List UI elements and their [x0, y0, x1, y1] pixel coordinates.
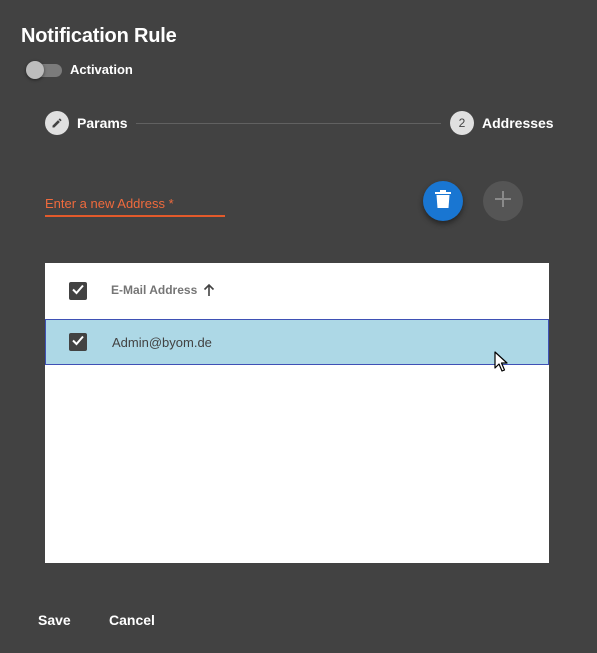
dialog-title: Notification Rule [21, 25, 177, 47]
arrow-up-icon[interactable] [202, 283, 216, 302]
checkmark-icon [71, 333, 85, 352]
cancel-button[interactable]: Cancel [109, 612, 155, 628]
pencil-icon [45, 111, 69, 135]
table-header: E-Mail Address [45, 263, 549, 319]
mouse-cursor-icon [494, 351, 508, 378]
save-button[interactable]: Save [38, 612, 71, 628]
step-connector [136, 123, 441, 124]
toggle-knob [26, 61, 44, 79]
column-header-email[interactable]: E-Mail Address [111, 283, 197, 297]
table-row[interactable]: Admin@byom.de [45, 319, 549, 365]
row-checkbox[interactable] [69, 333, 87, 351]
add-address-button[interactable] [483, 181, 523, 221]
plus-icon [495, 190, 511, 212]
address-table: E-Mail Address Admin@byom.de [45, 263, 549, 563]
delete-button[interactable] [423, 181, 463, 221]
step-number-badge: 2 [450, 111, 474, 135]
activation-toggle[interactable] [26, 61, 62, 79]
activation-label: Activation [70, 62, 133, 77]
step-addresses-label: Addresses [482, 115, 554, 131]
email-cell: Admin@byom.de [112, 335, 212, 350]
step-params[interactable]: Params [45, 111, 128, 135]
address-input[interactable] [45, 193, 225, 213]
trash-icon [435, 189, 451, 213]
step-addresses[interactable]: 2 Addresses [450, 111, 554, 135]
checkmark-icon [71, 282, 85, 301]
step-params-label: Params [77, 115, 128, 131]
select-all-checkbox[interactable] [69, 282, 87, 300]
address-field [45, 193, 225, 217]
